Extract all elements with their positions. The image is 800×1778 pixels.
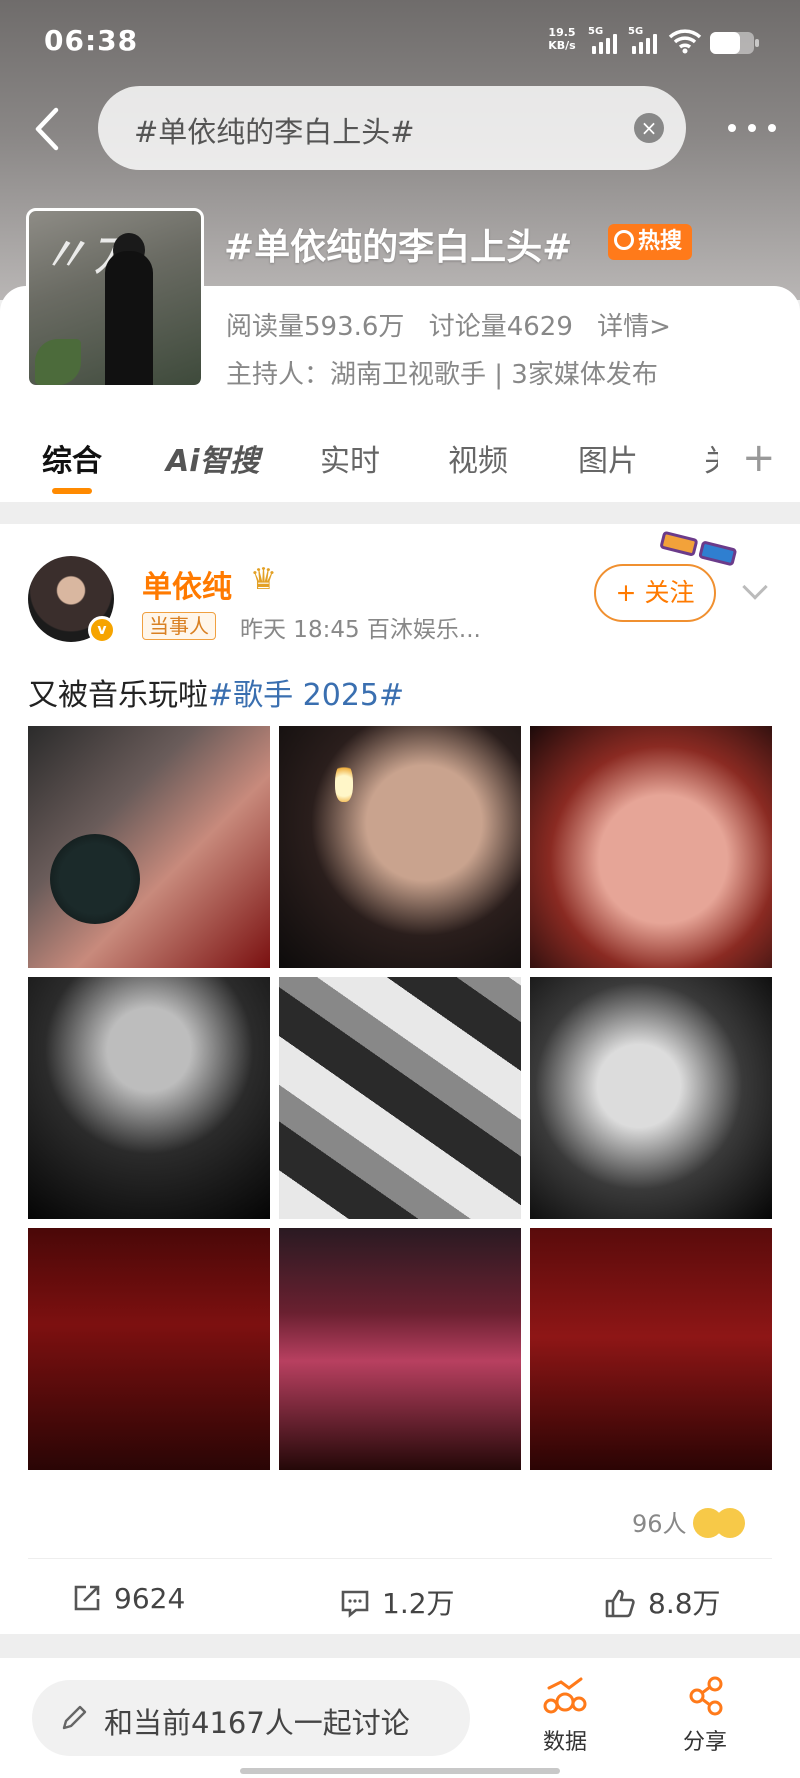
status-time: 06:38 — [44, 24, 139, 57]
crown-icon: ♛ — [250, 562, 277, 597]
tab-images[interactable]: 图片 — [578, 436, 638, 480]
data-chart-icon — [543, 1677, 587, 1714]
repost-icon — [74, 1585, 100, 1611]
discuss-placeholder: 和当前4167人一起讨论 — [104, 1706, 410, 1740]
photo-5[interactable] — [279, 977, 521, 1219]
chevron-down-icon[interactable] — [742, 574, 768, 600]
pencil-icon — [62, 1705, 87, 1730]
hot-search-badge: 热搜 — [608, 224, 693, 260]
topic-cover-image[interactable]: 〃ﾌ — [26, 208, 204, 388]
comment-icon — [341, 1590, 369, 1618]
topic-host: 主持人：湖南卫视歌手 | 3家媒体发布 — [226, 360, 658, 390]
photo-7[interactable] — [28, 1228, 270, 1470]
photo-9[interactable] — [530, 1228, 772, 1470]
discuss-input[interactable]: 和当前4167人一起讨论 — [32, 1680, 470, 1756]
topic-stats: 阅读量593.6万 讨论量4629 详情> — [226, 306, 687, 343]
details-link[interactable]: 详情> — [597, 312, 671, 342]
tab-bar: 综合 Ai智搜 实时 视频 图片 关 + — [0, 420, 800, 500]
post-actions: 9624 1.2万 8.8万 — [0, 1564, 800, 1634]
role-tag: 当事人 — [142, 612, 216, 640]
read-count: 阅读量593.6万 — [226, 312, 405, 342]
like-button[interactable]: 8.8万 — [604, 1582, 721, 1622]
tab-video[interactable]: 视频 — [448, 436, 508, 480]
follow-button[interactable]: + 关注 — [594, 564, 716, 622]
add-tab-icon[interactable]: + — [742, 438, 776, 478]
active-tab-indicator — [52, 488, 92, 494]
photo-1[interactable] — [28, 726, 270, 968]
bottom-bar: 和当前4167人一起讨论 数据 分享 — [0, 1658, 800, 1778]
wifi-icon — [668, 29, 702, 54]
repost-button[interactable]: 9624 — [72, 1582, 185, 1615]
hot-icon — [614, 230, 634, 250]
share-button[interactable]: 分享 — [660, 1676, 750, 1756]
status-bar: 06:38 19.5 KB/s 5G 5G — [0, 0, 800, 80]
post-meta: 昨天 18:45 百沐娱乐... — [240, 617, 481, 643]
search-query[interactable]: #单依纯的李白上头# — [134, 109, 415, 151]
cover-script-art: 〃ﾌ — [39, 226, 114, 284]
battery-icon — [710, 32, 759, 54]
divider — [28, 1558, 772, 1559]
clear-search-icon[interactable]: × — [634, 113, 664, 143]
verified-badge-icon: v — [88, 616, 116, 644]
signal-icon-2: 5G — [628, 26, 662, 54]
photo-2[interactable] — [279, 726, 521, 968]
post-text: 又被音乐玩啦#歌手 2025# — [28, 678, 405, 713]
search-bar[interactable]: #单依纯的李白上头# × — [98, 86, 686, 170]
tab-realtime[interactable]: 实时 — [320, 436, 380, 480]
discussion-count: 讨论量4629 — [428, 312, 573, 342]
tab-ai-search[interactable]: Ai智搜 — [166, 436, 260, 480]
post-card: v 单依纯 ♛ 当事人 昨天 18:45 百沐娱乐... + 关注 又被音乐玩啦… — [0, 524, 800, 1634]
home-indicator[interactable] — [240, 1768, 560, 1774]
reactions-summary[interactable]: 96人 — [632, 1504, 745, 1539]
photo-4[interactable] — [28, 977, 270, 1219]
thumbs-up-icon — [605, 1589, 635, 1618]
signal-icon: 5G — [588, 26, 622, 54]
tab-comprehensive[interactable]: 综合 — [42, 436, 102, 480]
comment-button[interactable]: 1.2万 — [340, 1582, 455, 1622]
photo-3[interactable] — [530, 726, 772, 968]
photo-8[interactable] — [279, 1228, 521, 1470]
topic-title: #单依纯的李白上头# — [224, 227, 573, 268]
share-icon — [689, 1676, 723, 1716]
photo-6[interactable] — [530, 977, 772, 1219]
post-hashtag[interactable]: #歌手 2025# — [208, 678, 404, 713]
post-username[interactable]: 单依纯 — [142, 562, 232, 606]
photo-grid — [28, 726, 772, 1472]
back-arrow-icon[interactable] — [28, 104, 68, 154]
network-speed: 19.5 KB/s — [548, 26, 576, 52]
tab-partial[interactable]: 关 — [704, 436, 718, 480]
laugh-emoji-icon — [714, 1508, 745, 1538]
more-options-icon[interactable] — [728, 112, 778, 142]
data-button[interactable]: 数据 — [520, 1676, 610, 1756]
